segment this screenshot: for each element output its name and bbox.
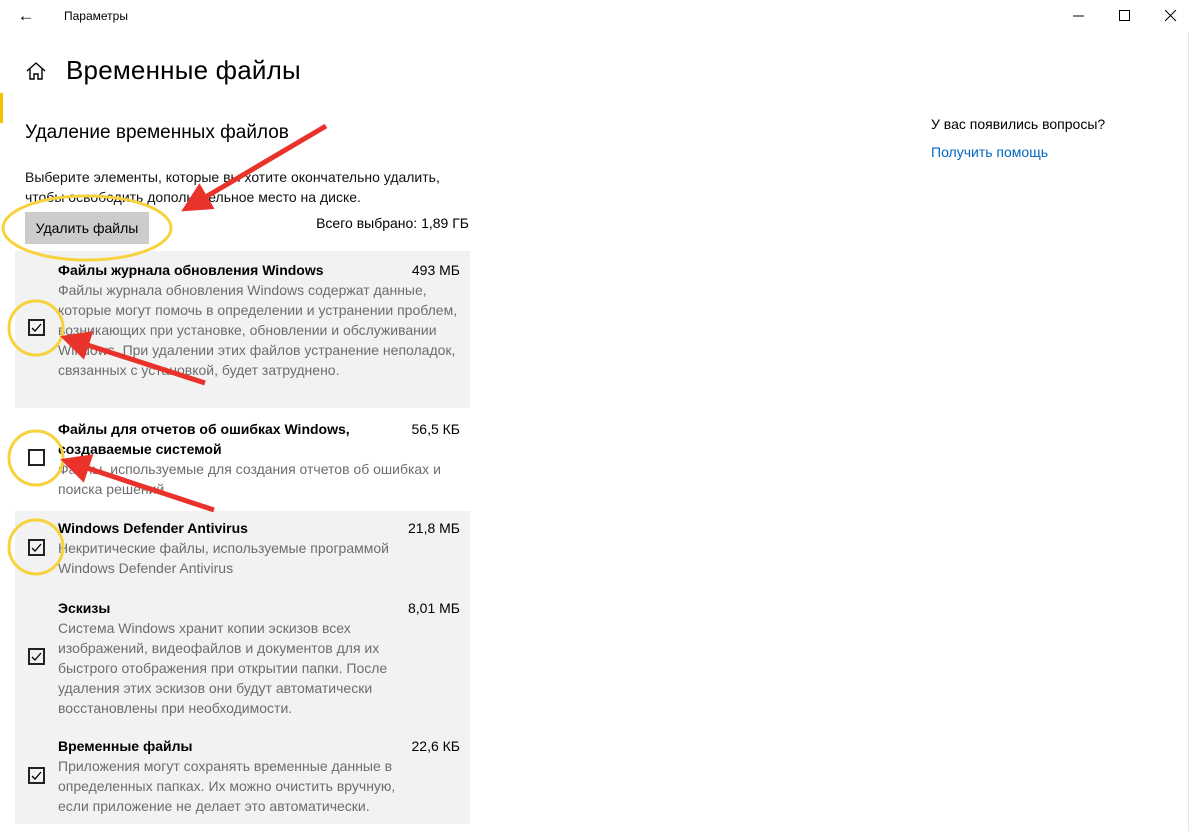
item-size: 493 МБ (411, 262, 460, 278)
item-description: Приложения могут сохранять временные дан… (58, 758, 396, 814)
window-title: Параметры (64, 9, 128, 23)
item-name: Временные файлы (58, 738, 193, 754)
item-size: 22,6 КБ (411, 738, 460, 754)
list-item: Эскизы 8,01 МБ Система Windows хранит ко… (15, 591, 470, 729)
back-arrow-icon: ← (17, 6, 35, 25)
checkmark-icon (31, 652, 42, 661)
page-title: Временные файлы (66, 55, 301, 85)
item-size: 21,8 МБ (408, 520, 460, 536)
section-description: Выберите элементы, которые вы хотите око… (25, 169, 440, 205)
checkmark-icon (31, 543, 42, 552)
maximize-icon (1119, 10, 1130, 21)
item-description: Файлы, используемые для создания отчетов… (58, 461, 441, 497)
item-name: Эскизы (58, 600, 111, 616)
item-description: Некритические файлы, используемые програ… (58, 540, 389, 576)
maximize-button[interactable] (1102, 0, 1148, 32)
checkmark-icon (31, 771, 42, 780)
home-icon (26, 62, 46, 80)
total-selected: Всего выбрано: 1,89 ГБ (316, 215, 469, 231)
item-size: 8,01 МБ (408, 600, 460, 616)
item-checkbox[interactable] (28, 449, 45, 466)
list-item: Файлы для отчетов об ошибках Windows, со… (15, 408, 470, 511)
background-window-edge (0, 93, 3, 123)
minimize-button[interactable] (1056, 0, 1102, 32)
checkmark-icon (31, 323, 42, 332)
item-name: Файлы для отчетов об ошибках Windows, со… (58, 421, 350, 457)
item-name: Файлы журнала обновления Windows (58, 262, 324, 278)
close-button[interactable] (1148, 0, 1194, 32)
close-icon (1165, 10, 1177, 22)
minimize-icon (1073, 15, 1084, 17)
item-checkbox[interactable] (28, 539, 45, 556)
item-checkbox[interactable] (28, 319, 45, 336)
section-title: Удаление временных файлов (25, 122, 289, 143)
back-button[interactable]: ← (12, 4, 40, 28)
list-item: Файлы журнала обновления Windows 493 МБ … (15, 251, 470, 408)
title-bar: ← Параметры (0, 0, 1200, 32)
item-checkbox[interactable] (28, 648, 45, 665)
item-name: Windows Defender Antivirus (58, 520, 248, 536)
background-window-edge-right (1188, 32, 1200, 831)
help-question: У вас появились вопросы? (931, 116, 1106, 132)
item-size: 56,5 КБ (411, 421, 460, 437)
list-item: Временные файлы 22,6 КБ Приложения могут… (15, 729, 470, 824)
delete-files-button[interactable]: Удалить файлы (25, 212, 149, 244)
list-item: Windows Defender Antivirus 21,8 МБ Некри… (15, 511, 470, 591)
item-description: Система Windows хранит копии эскизов все… (58, 620, 388, 716)
home-button[interactable] (24, 59, 48, 83)
item-description: Файлы журнала обновления Windows содержа… (58, 282, 458, 378)
item-checkbox[interactable] (28, 767, 45, 784)
get-help-link[interactable]: Получить помощь (931, 144, 1048, 160)
